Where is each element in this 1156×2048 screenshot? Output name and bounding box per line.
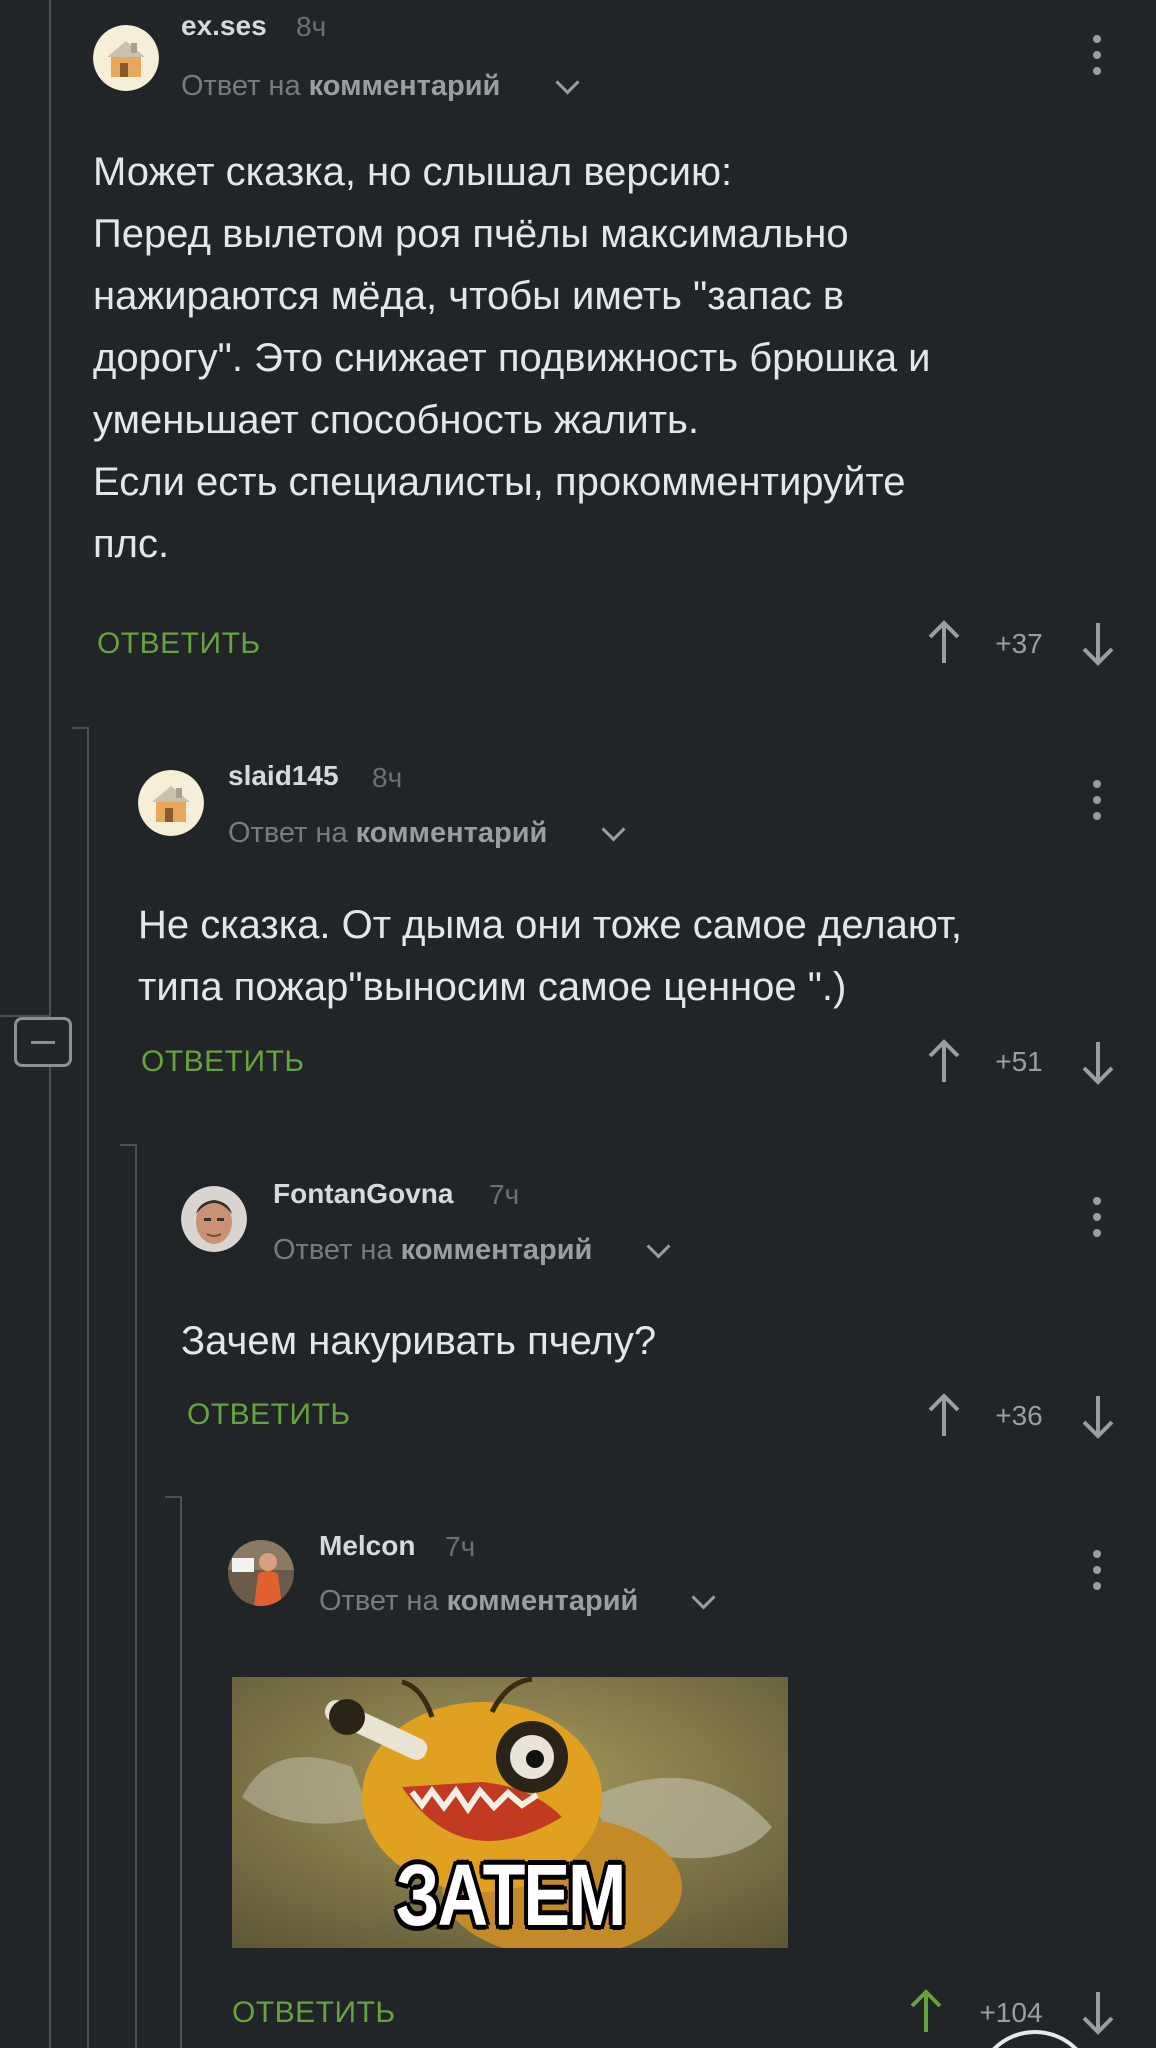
downvote-button[interactable]: [1078, 619, 1118, 667]
arrow-up-icon: [910, 1989, 942, 2032]
minus-icon: [31, 1041, 55, 1044]
reply-button[interactable]: ОТВЕТИТЬ: [97, 627, 261, 661]
reply-button[interactable]: ОТВЕТИТЬ: [187, 1398, 351, 1432]
more-options-icon[interactable]: [1087, 31, 1107, 79]
username[interactable]: Melcon: [319, 1530, 415, 1562]
image-caption: ЗАТЕМ: [395, 1846, 627, 1944]
arrow-up-icon: [928, 1393, 960, 1436]
avatar[interactable]: [93, 25, 159, 91]
house-icon: [93, 25, 159, 91]
comment-text: Может сказка, но слышал версию: Перед вы…: [93, 150, 931, 566]
timestamp: 8ч: [372, 762, 403, 793]
thread-connector-level-2: [120, 1144, 136, 1146]
comment-image[interactable]: ЗАТЕМ: [232, 1677, 788, 1948]
rating: +37: [995, 628, 1043, 659]
upvote-button[interactable]: [924, 1392, 964, 1440]
avatar[interactable]: [181, 1186, 247, 1252]
arrow-down-icon: [1082, 1396, 1114, 1439]
reply-to-link[interactable]: Ответ на комментарий: [228, 817, 547, 850]
thread-line-level-1: [87, 727, 89, 2048]
rating: +51: [995, 1046, 1043, 1077]
arrow-down-icon: [1082, 1042, 1114, 1085]
thread-connector-level-1: [72, 727, 88, 729]
reply-target: комментарий: [355, 817, 548, 849]
upvote-button[interactable]: [924, 619, 964, 667]
upvote-button[interactable]: [906, 1988, 946, 2036]
comments-page: ex.ses 8ч Ответ на комментарий Может ска…: [0, 0, 1156, 2048]
arrow-up-icon: [928, 1039, 960, 1082]
more-options-icon[interactable]: [1087, 776, 1107, 824]
thread-connector-level-3: [165, 1496, 181, 1498]
reply-target: комментарий: [446, 1585, 639, 1617]
comment-text: Зачем накуривать пчелу?: [181, 1319, 657, 1363]
reply-to-link[interactable]: Ответ на комментарий: [181, 70, 500, 103]
house-icon: [138, 770, 204, 836]
thread-line-level-2: [135, 1144, 137, 2048]
rating: +104: [979, 1997, 1043, 2028]
username[interactable]: FontanGovna: [273, 1178, 453, 1210]
arrow-down-icon: [1082, 1992, 1114, 2035]
more-options-icon[interactable]: [1087, 1193, 1107, 1241]
reply-prefix: Ответ на: [273, 1234, 393, 1266]
chevron-down-icon[interactable]: [691, 1585, 716, 1610]
upvote-button[interactable]: [924, 1038, 964, 1086]
reply-button[interactable]: ОТВЕТИТЬ: [141, 1045, 305, 1079]
floating-action-button[interactable]: [975, 2030, 1095, 2048]
chevron-down-icon[interactable]: [601, 817, 626, 842]
face-photo-icon: [181, 1186, 247, 1252]
rating: +36: [995, 1400, 1043, 1431]
timestamp: 8ч: [296, 11, 327, 42]
chevron-down-icon[interactable]: [555, 70, 580, 95]
downvote-button[interactable]: [1078, 1392, 1118, 1440]
collapse-thread-button[interactable]: [14, 1017, 72, 1067]
timestamp: 7ч: [489, 1179, 520, 1210]
username[interactable]: slaid145: [228, 760, 339, 792]
chevron-down-icon[interactable]: [646, 1234, 671, 1259]
reply-to-link[interactable]: Ответ на комментарий: [273, 1234, 592, 1267]
reply-prefix: Ответ на: [181, 70, 301, 102]
more-options-icon[interactable]: [1087, 1546, 1107, 1594]
arrow-up-icon: [928, 620, 960, 663]
thread-line-level-3: [180, 1496, 182, 2048]
downvote-button[interactable]: [1078, 1988, 1118, 2036]
avatar[interactable]: [138, 770, 204, 836]
comment-text: Не сказка. От дыма они тоже самое делают…: [138, 903, 963, 1009]
reply-target: комментарий: [400, 1234, 593, 1266]
reply-prefix: Ответ на: [228, 817, 348, 849]
downvote-button[interactable]: [1078, 1038, 1118, 1086]
reply-button[interactable]: ОТВЕТИТЬ: [232, 1996, 396, 2030]
reply-target: комментарий: [308, 70, 501, 102]
arrow-down-icon: [1082, 623, 1114, 666]
avatar[interactable]: [228, 1540, 294, 1606]
reply-prefix: Ответ на: [319, 1585, 439, 1617]
timestamp: 7ч: [445, 1531, 476, 1562]
person-photo-icon: [228, 1540, 294, 1606]
reply-to-link[interactable]: Ответ на комментарий: [319, 1585, 638, 1618]
username[interactable]: ex.ses: [181, 10, 267, 42]
